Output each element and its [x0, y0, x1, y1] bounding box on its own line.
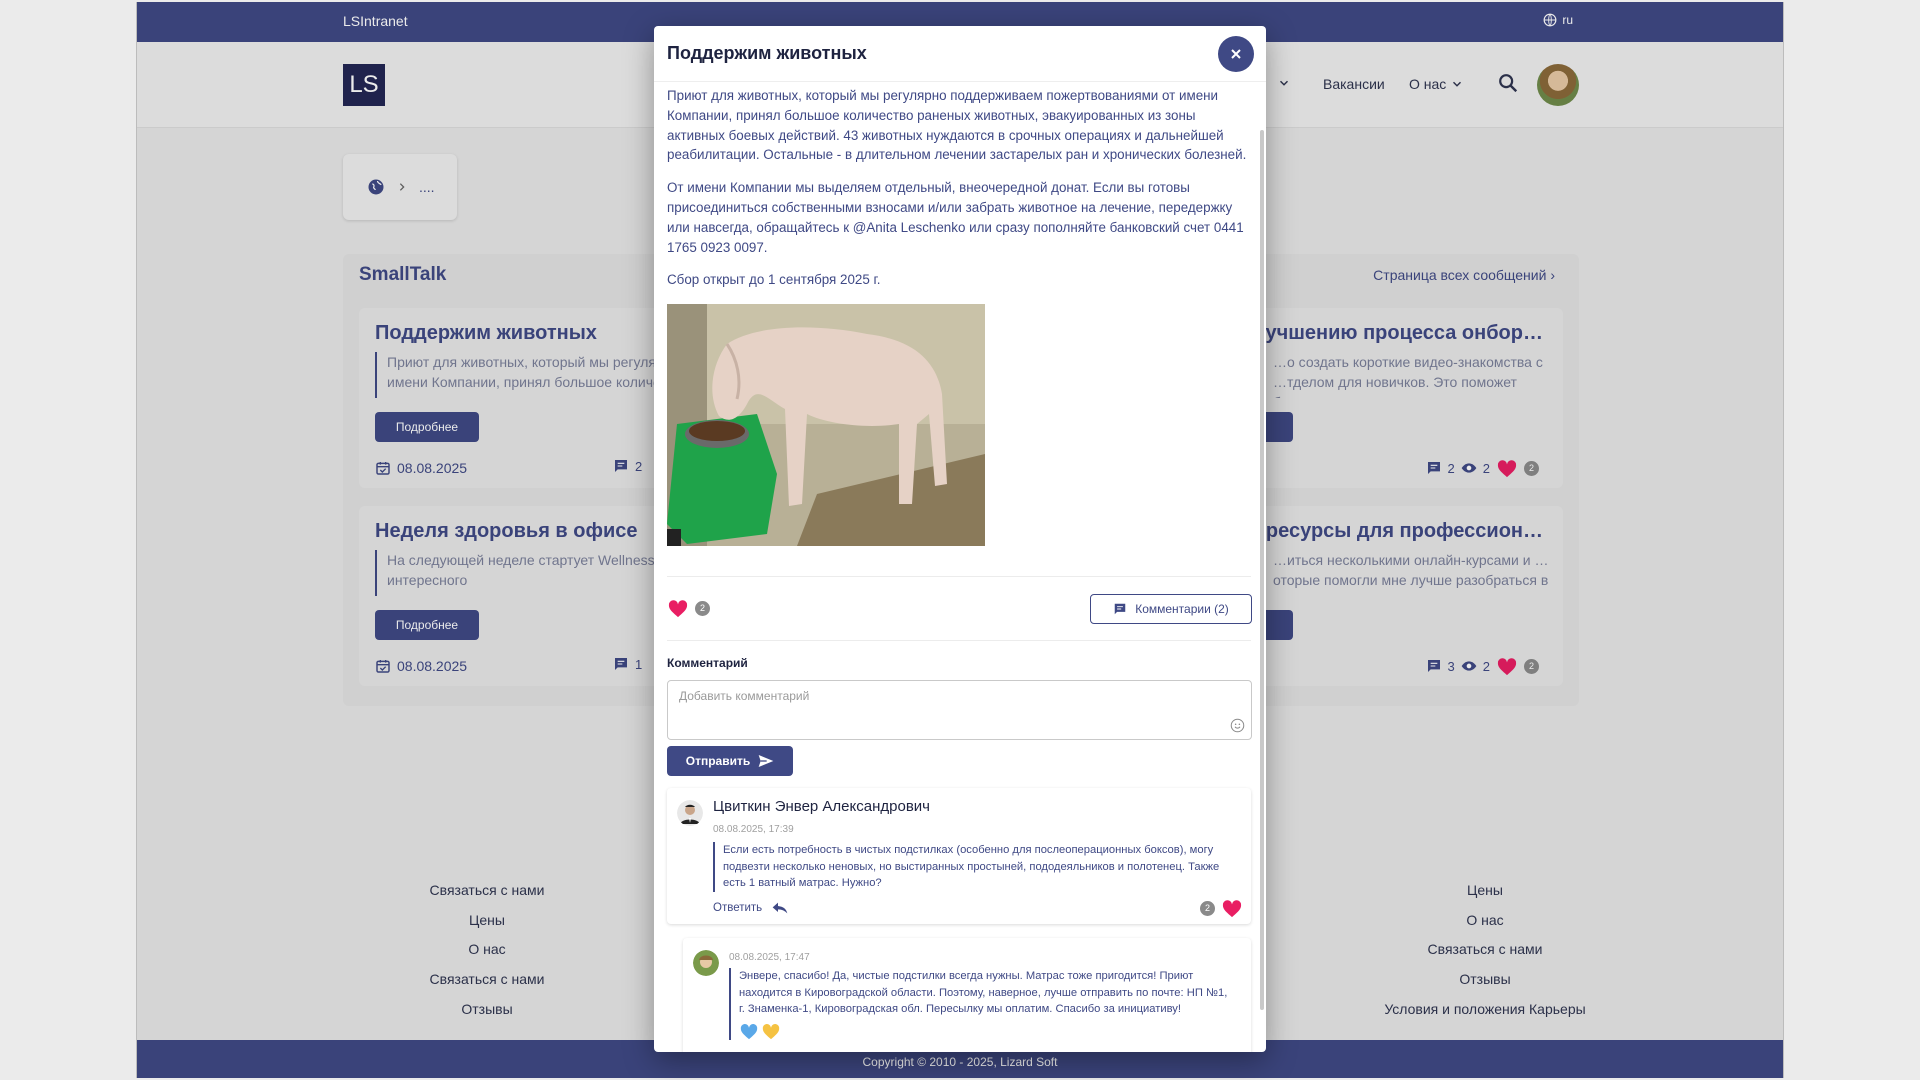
emoji-icon[interactable] [1230, 718, 1245, 733]
divider [667, 576, 1251, 577]
comment-avatar[interactable] [693, 950, 719, 976]
yellow-heart-icon [762, 1023, 780, 1039]
blue-heart-icon [740, 1023, 758, 1039]
modal-scrollbar[interactable] [1260, 130, 1264, 1010]
reply-label: Ответить [713, 902, 763, 914]
modal-header: Поддержим животных [654, 26, 1266, 82]
reply-button[interactable]: Ответить [713, 902, 788, 914]
like-count-badge: 2 [1200, 900, 1215, 916]
comment-label: Комментарий [667, 656, 748, 670]
comment-date: 08.08.2025, 17:47 [729, 952, 810, 963]
comment-text-content: Энвере, спасибо! Да, чистые подстилки вс… [739, 970, 1228, 1015]
modal-content: Приют для животных, который мы регулярно… [667, 86, 1251, 290]
comment-item: Цвиткин Энвер Александрович 08.08.2025, … [667, 788, 1251, 924]
comment-author[interactable]: Цвиткин Энвер Александрович [713, 798, 930, 815]
button-label: Комментарии (2) [1135, 602, 1229, 616]
post-like[interactable]: 2 [667, 598, 710, 618]
divider [667, 640, 1251, 641]
heart-icon[interactable] [1221, 898, 1243, 918]
comment-text: Если есть потребность в чистых подстилка… [713, 842, 1243, 892]
reply-icon [772, 902, 788, 914]
post-paragraph: Приют для животных, который мы регулярно… [667, 88, 1247, 163]
send-icon [758, 755, 774, 767]
post-modal: Поддержим животных Приют для животных, к… [654, 26, 1266, 1052]
comment-like[interactable]: 2 [1200, 898, 1243, 918]
post-photo[interactable] [667, 304, 985, 546]
post-paragraph: Сбор открыт до 1 сентября 2025 г. [667, 272, 881, 288]
button-label: Отправить [685, 754, 751, 768]
emoji-hearts [739, 1022, 1229, 1040]
comments-toggle-button[interactable]: Комментарии (2) [1090, 594, 1252, 624]
send-button[interactable]: Отправить [667, 746, 793, 776]
like-count-badge: 2 [695, 600, 710, 616]
comment-placeholder: Добавить комментарий [679, 689, 810, 703]
comment-reply-item: 08.08.2025, 17:47 Энвере, спасибо! Да, ч… [683, 938, 1251, 1052]
comment-avatar[interactable] [677, 800, 703, 826]
modal-title: Поддержим животных [667, 43, 867, 63]
heart-icon[interactable] [667, 598, 689, 618]
comment-icon [1114, 603, 1126, 615]
comment-input[interactable]: Добавить комментарий [667, 680, 1252, 740]
comment-text: Энвере, спасибо! Да, чистые подстилки вс… [729, 968, 1229, 1040]
post-paragraph: От имени Компании мы выделяем отдельный,… [667, 180, 1244, 255]
close-icon [1231, 49, 1241, 59]
close-button[interactable] [1218, 36, 1254, 72]
comment-date: 08.08.2025, 17:39 [713, 824, 794, 835]
